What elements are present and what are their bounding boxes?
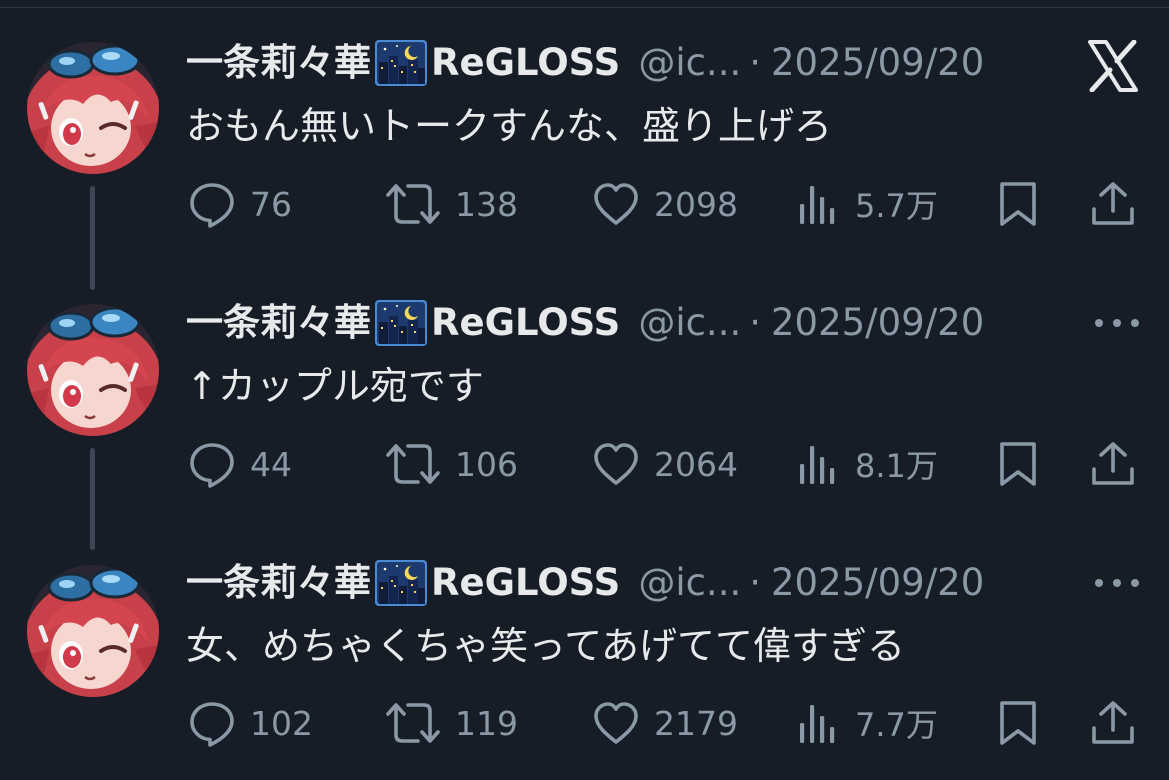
bookmark-button[interactable] [998, 695, 1038, 751]
user-handle[interactable]: @ic... [638, 298, 741, 348]
separator-dot: · [749, 301, 761, 344]
retweet-icon [385, 699, 441, 747]
display-name-suffix[interactable]: ReGLOSS [431, 298, 620, 348]
more-dot [1095, 579, 1103, 587]
night-city-emoji-icon [375, 560, 427, 606]
like-count: 2098 [654, 184, 738, 224]
like-count: 2179 [654, 703, 738, 743]
like-count: 2064 [654, 444, 738, 484]
retweet-button[interactable]: 106 [385, 436, 518, 492]
bookmark-icon [998, 699, 1038, 747]
tweet-date[interactable]: 2025/09/20 [771, 298, 984, 348]
views-button[interactable]: 8.1万 [797, 436, 938, 492]
share-button[interactable] [1090, 695, 1136, 751]
like-button[interactable]: 2179 [592, 695, 738, 751]
reply-count: 76 [250, 184, 292, 224]
more-dot [1095, 319, 1103, 327]
tweet-header: 一条莉々華 ReGLOSS @ic... · 2025/09/20 [186, 558, 984, 608]
retweet-button[interactable]: 138 [385, 176, 518, 232]
heart-icon [592, 440, 640, 488]
tweet-date[interactable]: 2025/09/20 [771, 38, 984, 88]
bookmark-button[interactable] [998, 176, 1038, 232]
tweet-text: ↑カップル宛です [186, 364, 484, 408]
reply-icon [188, 440, 236, 488]
tweet[interactable]: 一条莉々華 ReGLOSS @ic... · 2025/09/20 おもん無いト… [0, 0, 1169, 260]
retweet-count: 106 [455, 444, 518, 484]
reply-button[interactable]: 76 [188, 176, 292, 232]
reply-button[interactable]: 102 [188, 695, 313, 751]
like-button[interactable]: 2098 [592, 176, 738, 232]
bookmark-button[interactable] [998, 436, 1038, 492]
reply-button[interactable]: 44 [188, 436, 292, 492]
action-bar: 44 106 2064 8.1万 [0, 436, 1169, 492]
x-logo-icon[interactable] [1086, 40, 1140, 92]
retweet-count: 138 [455, 184, 518, 224]
share-icon [1090, 699, 1136, 747]
night-city-emoji-icon [375, 40, 427, 86]
share-icon [1090, 180, 1136, 228]
user-handle[interactable]: @ic... [638, 558, 741, 608]
views-count: 5.7万 [855, 187, 938, 225]
display-name[interactable]: 一条莉々華 [186, 298, 371, 348]
tweet[interactable]: 一条莉々華 ReGLOSS @ic... · 2025/09/20 ↑カップル宛… [0, 260, 1169, 520]
more-dot [1131, 319, 1139, 327]
user-handle[interactable]: @ic... [638, 38, 741, 88]
tweet-text: 女、めちゃくちゃ笑ってあげてて偉すぎる [186, 624, 905, 668]
more-dot [1113, 319, 1121, 327]
tweet-text: おもん無いトークすんな、盛り上げろ [186, 104, 833, 148]
retweet-icon [385, 180, 441, 228]
share-icon [1090, 440, 1136, 488]
views-icon [797, 440, 841, 488]
views-count: 7.7万 [855, 706, 938, 744]
bookmark-icon [998, 440, 1038, 488]
action-bar: 76 138 2098 5.7万 [0, 176, 1169, 232]
retweet-button[interactable]: 119 [385, 695, 518, 751]
views-button[interactable]: 7.7万 [797, 695, 938, 751]
tweet-header: 一条莉々華 ReGLOSS @ic... · 2025/09/20 [186, 38, 984, 88]
avatar[interactable] [27, 565, 159, 697]
share-button[interactable] [1090, 176, 1136, 232]
display-name[interactable]: 一条莉々華 [186, 558, 371, 608]
action-bar: 102 119 2179 7.7万 [0, 695, 1169, 751]
views-count: 8.1万 [855, 447, 938, 485]
avatar[interactable] [27, 304, 159, 436]
bookmark-icon [998, 180, 1038, 228]
avatar-image [27, 304, 159, 436]
display-name-suffix[interactable]: ReGLOSS [431, 558, 620, 608]
reply-count: 44 [250, 444, 292, 484]
share-button[interactable] [1090, 436, 1136, 492]
separator-dot: · [749, 41, 761, 84]
retweet-count: 119 [455, 703, 518, 743]
display-name-suffix[interactable]: ReGLOSS [431, 38, 620, 88]
tweet-date[interactable]: 2025/09/20 [771, 558, 984, 608]
retweet-icon [385, 440, 441, 488]
views-icon [797, 699, 841, 747]
views-icon [797, 180, 841, 228]
tweet-header: 一条莉々華 ReGLOSS @ic... · 2025/09/20 [186, 298, 984, 348]
heart-icon [592, 180, 640, 228]
reply-icon [188, 180, 236, 228]
avatar[interactable] [27, 42, 159, 174]
separator-dot: · [749, 561, 761, 604]
heart-icon [592, 699, 640, 747]
more-dot [1113, 579, 1121, 587]
more-options-icon[interactable] [1095, 317, 1139, 329]
tweet[interactable]: 一条莉々華 ReGLOSS @ic... · 2025/09/20 女、めちゃく… [0, 520, 1169, 780]
night-city-emoji-icon [375, 300, 427, 346]
like-button[interactable]: 2064 [592, 436, 738, 492]
avatar-image [27, 42, 159, 174]
views-button[interactable]: 5.7万 [797, 176, 938, 232]
display-name[interactable]: 一条莉々華 [186, 38, 371, 88]
avatar-image [27, 565, 159, 697]
reply-count: 102 [250, 703, 313, 743]
more-options-icon[interactable] [1095, 577, 1139, 589]
reply-icon [188, 699, 236, 747]
more-dot [1131, 579, 1139, 587]
